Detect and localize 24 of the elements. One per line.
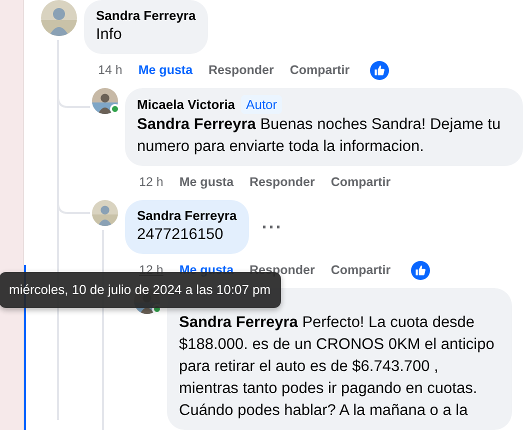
author-name[interactable]: Micaela Victoria [137,96,236,113]
reply-link[interactable]: Responder [208,60,274,80]
tooltip: miércoles, 10 de julio de 2024 a las 10:07 pm [0,272,281,308]
author-name[interactable]: Sandra Ferreyra [137,207,237,224]
avatar[interactable] [92,88,118,114]
share-link[interactable]: Compartir [290,60,350,80]
share-link[interactable]: Compartir [330,260,391,280]
comment-text: Sandra Ferreyra Buenas noches Sandra! Dejame tu numero para enviarte toda la informacion. [137,115,502,157]
like-reaction-icon[interactable] [370,60,389,80]
comment-text: Sandra Ferreyra Perfecto! La cuota desde $188.000. es de un CRONOS 0KM el anticipo para retirar el auto es de $6.743.700 , mientras tanto podes ir pagando en cuotas. Cuándo podes hablar? A la mañana o a la [179,313,496,421]
share-link[interactable]: Compartir [330,172,391,192]
author-badge: Autor [241,95,282,114]
like-link[interactable]: Me gusta [138,60,193,80]
like-reaction-icon[interactable] [410,260,430,280]
comment-text: 2477216150 [137,225,224,245]
more-options-button[interactable]: ··· [262,214,283,240]
timestamp-link[interactable]: 12 h [139,172,164,192]
timestamp-link[interactable]: 14 h [98,60,122,80]
author-name[interactable]: Sandra Ferreyra [96,7,196,24]
avatar[interactable] [41,0,77,36]
reply-link[interactable]: Responder [250,172,315,192]
avatar[interactable] [92,200,118,226]
comment-text: Info [96,25,123,45]
like-link[interactable]: Me gusta [179,172,234,192]
